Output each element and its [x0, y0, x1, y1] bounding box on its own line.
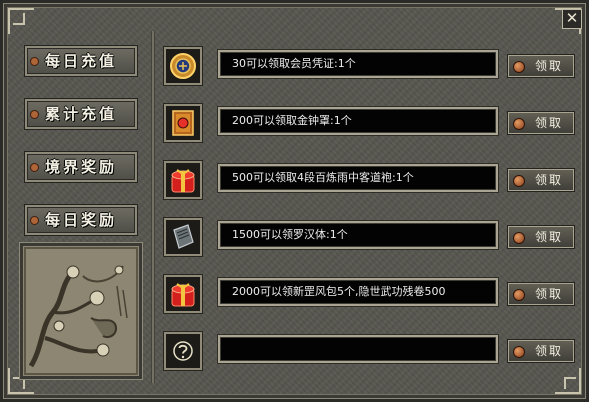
- claim-label: 领取: [535, 287, 564, 301]
- claim-button[interactable]: 领取: [508, 226, 574, 248]
- gray-scroll-book-icon: [164, 218, 202, 256]
- plum-blossom-painting: [20, 243, 142, 379]
- question-mark-icon: [164, 332, 202, 370]
- nav-realm-reward-button[interactable]: 境界奖励: [25, 152, 137, 182]
- claim-label: 领取: [535, 230, 564, 244]
- reward-text: 30可以领取会员凭证:1个: [218, 50, 498, 78]
- reward-row: 领取: [164, 332, 579, 372]
- claim-label: 领取: [535, 59, 564, 73]
- claim-orb-icon: [513, 232, 525, 244]
- reward-row: 500可以领取4段百炼雨中客道袍:1个 领取: [164, 161, 579, 201]
- claim-button[interactable]: 领取: [508, 112, 574, 134]
- red-gift-box-icon: [164, 275, 202, 313]
- bullet-icon: [30, 163, 39, 172]
- reward-window: ✕ 每日充值 累计充值 境界奖励 每日奖励 30可以领取会员凭证:1个 领取 2…: [0, 0, 589, 402]
- frame-corner: [8, 8, 34, 34]
- claim-button[interactable]: 领取: [508, 55, 574, 77]
- golden-bell-book-icon: [164, 104, 202, 142]
- claim-orb-icon: [513, 118, 525, 130]
- panel-divider: [151, 31, 155, 383]
- claim-label: 领取: [535, 344, 564, 358]
- claim-button[interactable]: 领取: [508, 169, 574, 191]
- nav-label: 每日奖励: [44, 211, 117, 229]
- reward-row: 200可以领取金钟罩:1个 领取: [164, 104, 579, 144]
- claim-orb-icon: [513, 289, 525, 301]
- nav-daily-recharge-button[interactable]: 每日充值: [25, 46, 137, 76]
- nav-daily-reward-button[interactable]: 每日奖励: [25, 205, 137, 235]
- red-gift-box-icon: [164, 161, 202, 199]
- reward-text: 2000可以领新罡风包5个,隐世武功残卷500: [218, 278, 498, 306]
- reward-text: [218, 335, 498, 363]
- claim-label: 领取: [535, 173, 564, 187]
- reward-text: 200可以领取金钟罩:1个: [218, 107, 498, 135]
- nav-label: 每日充值: [44, 52, 117, 70]
- close-button[interactable]: ✕: [562, 9, 582, 29]
- bullet-icon: [30, 110, 39, 119]
- claim-button[interactable]: 领取: [508, 283, 574, 305]
- reward-row: 2000可以领新罡风包5个,隐世武功残卷500 领取: [164, 275, 579, 315]
- claim-orb-icon: [513, 175, 525, 187]
- claim-orb-icon: [513, 61, 525, 73]
- nav-label: 境界奖励: [44, 158, 117, 176]
- nav-cumulative-recharge-button[interactable]: 累计充值: [25, 99, 137, 129]
- reward-row: 30可以领取会员凭证:1个 领取: [164, 47, 579, 87]
- reward-row: 1500可以领罗汉体:1个 领取: [164, 218, 579, 258]
- reward-text: 500可以领取4段百炼雨中客道袍:1个: [218, 164, 498, 192]
- reward-text: 1500可以领罗汉体:1个: [218, 221, 498, 249]
- bullet-icon: [30, 216, 39, 225]
- seal-medallion-icon: [164, 47, 202, 85]
- claim-orb-icon: [513, 346, 525, 358]
- nav-label: 累计充值: [44, 105, 117, 123]
- claim-label: 领取: [535, 116, 564, 130]
- claim-button[interactable]: 领取: [508, 340, 574, 362]
- plum-blossom-illustration: [23, 246, 139, 376]
- bullet-icon: [30, 57, 39, 66]
